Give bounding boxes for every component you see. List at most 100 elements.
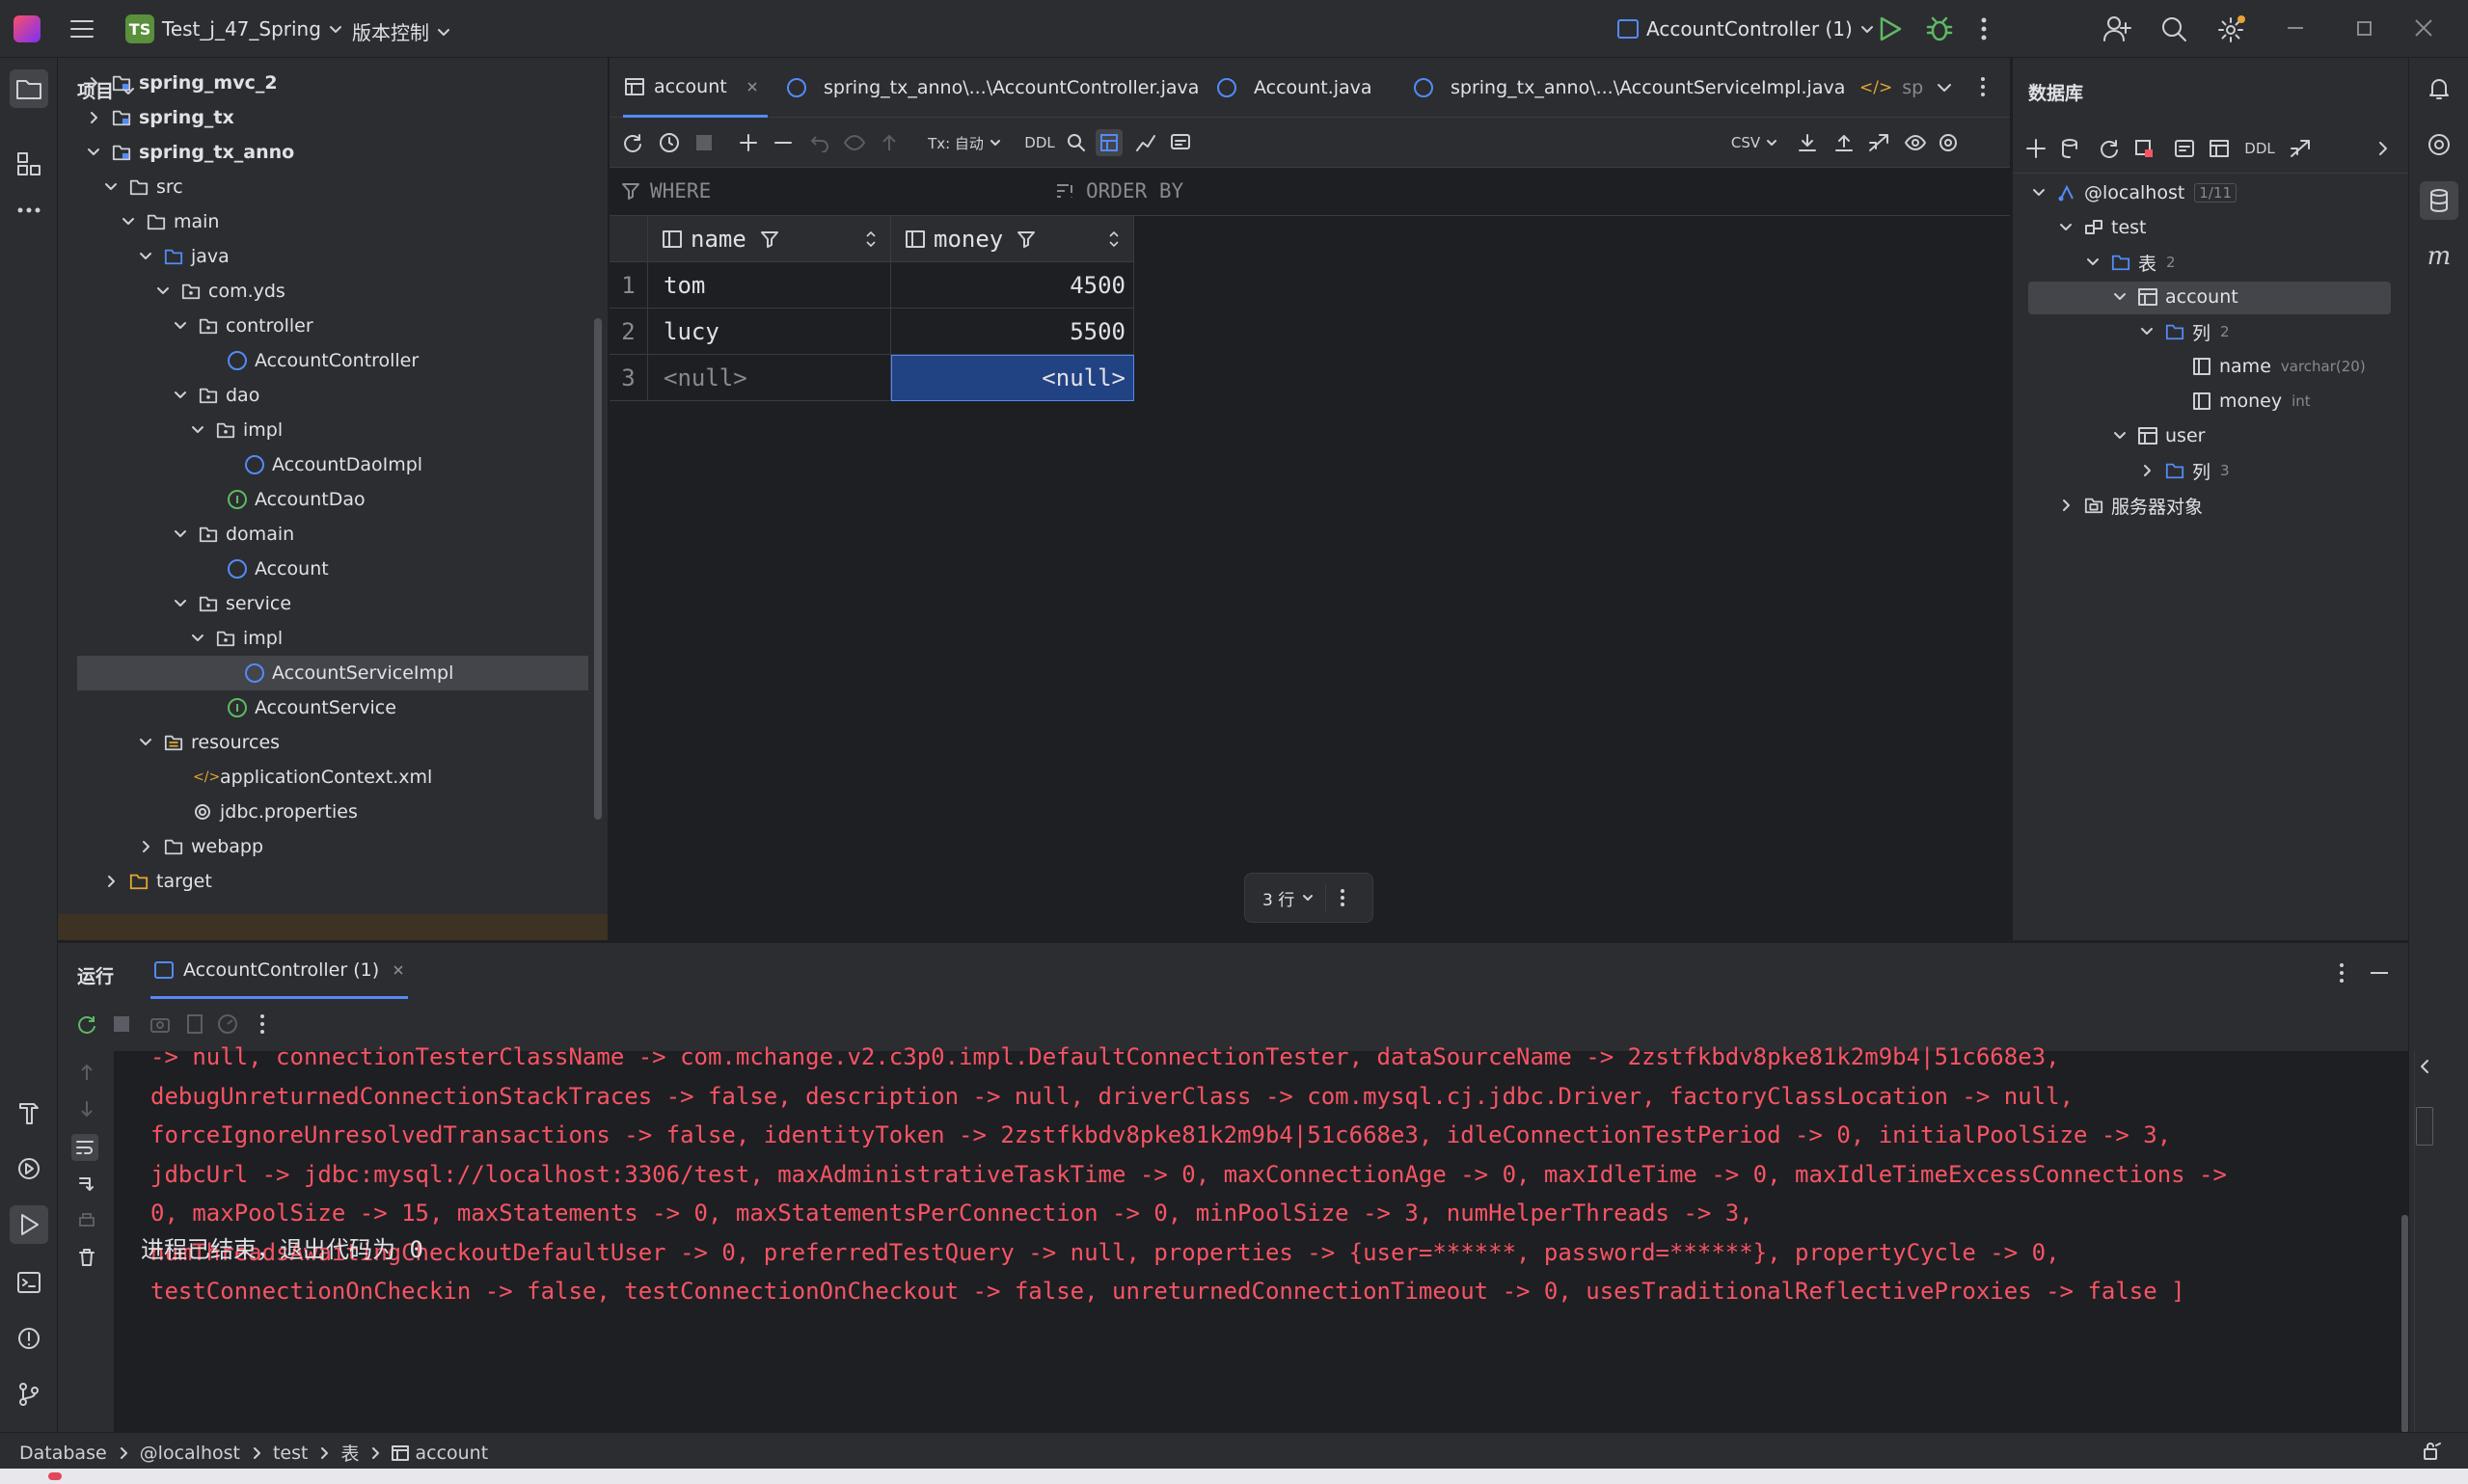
filter-icon[interactable] bbox=[760, 229, 779, 249]
problems-tool-button[interactable] bbox=[10, 1319, 48, 1358]
tree-item[interactable]: main bbox=[122, 204, 219, 239]
tree-item[interactable]: com.yds bbox=[156, 274, 285, 309]
export-button[interactable] bbox=[1794, 129, 1821, 156]
crumb-schema[interactable]: test bbox=[273, 1443, 309, 1464]
db-schema-test[interactable]: test bbox=[2059, 210, 2147, 245]
cell-money[interactable]: <null> bbox=[891, 355, 1134, 401]
db-more-button[interactable] bbox=[2370, 135, 2397, 162]
ai-assistant-button[interactable] bbox=[2420, 125, 2458, 164]
row-number[interactable]: 2 bbox=[610, 309, 648, 355]
run-more-button[interactable] bbox=[2338, 962, 2346, 984]
restore-button[interactable] bbox=[2357, 21, 2372, 36]
db-console-button[interactable] bbox=[2171, 135, 2198, 162]
tree-item[interactable]: AccountDaoImpl bbox=[245, 447, 422, 482]
git-tool-button[interactable] bbox=[10, 1375, 48, 1414]
db-host-node[interactable]: @localhost 1/11 bbox=[2032, 175, 2237, 210]
tree-item[interactable]: controller bbox=[174, 309, 313, 343]
grid-corner[interactable] bbox=[610, 216, 648, 262]
order-by-input[interactable]: ORDER BY bbox=[1055, 179, 1537, 202]
stop-button[interactable] bbox=[691, 129, 718, 156]
clear-console-button[interactable] bbox=[73, 1244, 100, 1271]
minimize-button[interactable] bbox=[2288, 27, 2303, 29]
run-options-button[interactable] bbox=[249, 1011, 276, 1038]
row-number[interactable]: 1 bbox=[610, 262, 648, 309]
rerun-button[interactable] bbox=[73, 1011, 100, 1038]
sort-icon[interactable] bbox=[1108, 230, 1120, 248]
terminal-tool-button[interactable] bbox=[10, 1263, 48, 1302]
import-button[interactable] bbox=[1831, 129, 1858, 156]
main-menu-button[interactable] bbox=[69, 17, 95, 40]
filter-icon[interactable] bbox=[1017, 229, 1036, 249]
debug-button[interactable] bbox=[1926, 15, 1953, 42]
tree-item[interactable]: impl bbox=[191, 621, 283, 656]
vcs-menu[interactable]: 版本控制 bbox=[352, 17, 450, 45]
project-scrollbar[interactable] bbox=[594, 318, 602, 820]
tab-overflow[interactable]: </> sp bbox=[1859, 58, 1923, 118]
console-structure-icon[interactable] bbox=[2416, 1107, 2433, 1146]
grid-settings-button[interactable] bbox=[1935, 129, 1962, 156]
cell-money[interactable]: 4500 bbox=[891, 262, 1134, 309]
tabs-more-button[interactable] bbox=[1979, 75, 1987, 98]
refresh-button[interactable] bbox=[619, 129, 646, 156]
view-options-button[interactable] bbox=[1902, 129, 1929, 156]
tree-item[interactable]: domain bbox=[174, 517, 294, 552]
run-tool-button[interactable] bbox=[10, 1205, 48, 1244]
record-view-button[interactable] bbox=[1167, 129, 1194, 156]
tree-item[interactable]: jdbc.properties bbox=[193, 795, 358, 829]
console-output[interactable]: -> null, connectionTesterClassName -> co… bbox=[114, 1043, 2415, 1433]
tree-item[interactable]: spring_tx bbox=[87, 100, 234, 135]
column-header-name[interactable]: name bbox=[648, 216, 891, 262]
tab-account-service-impl[interactable]: spring_tx_anno\...\AccountServiceImpl.ja… bbox=[1414, 58, 1845, 118]
screenshot-button[interactable] bbox=[147, 1011, 174, 1038]
crumb-host[interactable]: @localhost bbox=[140, 1443, 240, 1464]
close-window-button[interactable] bbox=[2413, 17, 2434, 39]
ddl-button[interactable]: DDL bbox=[1018, 129, 1061, 156]
profiler-button[interactable] bbox=[214, 1011, 241, 1038]
print-button[interactable] bbox=[73, 1207, 100, 1234]
tree-item[interactable]: resources bbox=[139, 725, 280, 760]
find-button[interactable] bbox=[1063, 129, 1090, 156]
search-button[interactable] bbox=[2160, 15, 2187, 42]
console-scrollbar[interactable] bbox=[2401, 1215, 2408, 1433]
db-add-button[interactable] bbox=[2022, 135, 2049, 162]
cell-money[interactable]: 5500 bbox=[891, 309, 1134, 355]
more-actions-button[interactable] bbox=[1980, 15, 1988, 42]
db-ddl-button[interactable]: DDL bbox=[2240, 135, 2279, 162]
notifications-button[interactable] bbox=[2420, 69, 2458, 108]
tab-account[interactable]: account bbox=[623, 58, 768, 118]
tree-item[interactable]: I AccountDao bbox=[228, 482, 366, 517]
tabs-dropdown-button[interactable] bbox=[1937, 81, 1952, 94]
tree-item[interactable]: webapp bbox=[139, 829, 263, 864]
cell-name[interactable]: tom bbox=[648, 262, 891, 309]
db-column-money[interactable]: money int bbox=[2192, 384, 2311, 418]
row-number[interactable]: 3 bbox=[610, 355, 648, 401]
db-table-user[interactable]: user bbox=[2113, 418, 2205, 453]
db-refresh-button[interactable] bbox=[2096, 135, 2123, 162]
tab-account-java[interactable]: Account.java bbox=[1217, 58, 1372, 118]
grid-view-button[interactable] bbox=[1096, 129, 1123, 156]
db-user-columns-folder[interactable]: 列 3 bbox=[2140, 453, 2230, 488]
export-format-dropdown[interactable]: CSV bbox=[1726, 129, 1782, 156]
settings-button[interactable] bbox=[2216, 13, 2247, 44]
dump-threads-button[interactable] bbox=[181, 1011, 208, 1038]
tree-item[interactable]: spring_tx_anno bbox=[87, 135, 294, 170]
run-config-selector[interactable]: AccountController (1) bbox=[1617, 17, 1874, 40]
scroll-down-button[interactable] bbox=[73, 1095, 100, 1122]
db-disconnect-button[interactable] bbox=[2130, 135, 2157, 162]
revert-button[interactable] bbox=[806, 129, 833, 156]
tree-item[interactable]: target bbox=[104, 864, 212, 899]
db-properties-button[interactable] bbox=[2057, 135, 2084, 162]
db-server-objects[interactable]: 服务器对象 bbox=[2059, 488, 2203, 523]
tree-item[interactable]: java bbox=[139, 239, 230, 274]
sort-icon[interactable] bbox=[865, 230, 877, 248]
tree-item[interactable]: src bbox=[104, 170, 183, 204]
tree-item[interactable]: dao bbox=[174, 378, 259, 413]
add-row-button[interactable] bbox=[735, 129, 762, 156]
tab-account-controller[interactable]: spring_tx_anno\...\AccountController.jav… bbox=[787, 58, 1199, 118]
db-table-button[interactable] bbox=[2206, 135, 2233, 162]
console-collapse-button[interactable] bbox=[2419, 1059, 2430, 1074]
project-tool-button[interactable] bbox=[10, 69, 48, 108]
status-widget-button[interactable] bbox=[2423, 1442, 2442, 1461]
db-column-name[interactable]: name varchar(20) bbox=[2192, 349, 2366, 384]
tree-item[interactable]: AccountServiceImpl bbox=[77, 656, 588, 690]
